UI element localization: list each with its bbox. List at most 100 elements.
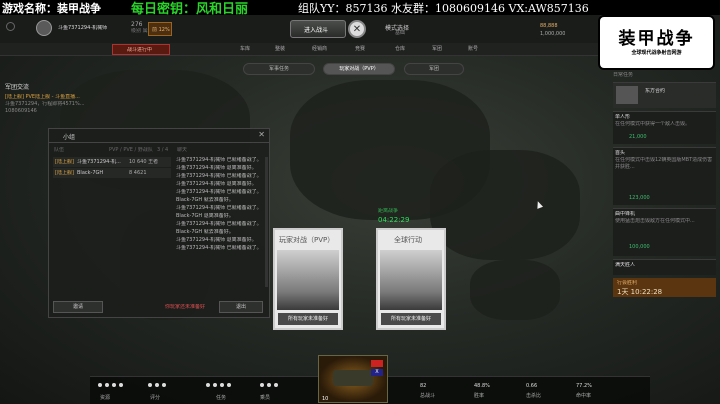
rank-percent: 前 12% <box>152 27 170 33</box>
card-global[interactable]: 全球行动 x2 所有玩家未准备好 <box>376 228 446 330</box>
vehicle-slot[interactable]: X 10 <box>318 355 388 403</box>
squad-panel: 小组 ✕ 队伍 PVP / PVE / 野战队 3 / 4 聊天 [陆上舰] 斗… <box>48 128 270 318</box>
tab-pvp[interactable]: 玩家对战（PVP） <box>323 63 395 75</box>
mission-item[interactable]: 单人形 在任何模式中获得一个敌人击毁。 21,000 <box>613 111 716 144</box>
tank-image <box>277 250 339 310</box>
col-team: 队伍 <box>54 147 65 153</box>
legion-line: 1080609146 <box>5 108 37 114</box>
legion-line: [陆上舰] PVE陆上舰 - 斗鱼直播... <box>5 94 80 100</box>
tier-badge: X <box>371 369 383 376</box>
squad-title: 小组 <box>63 134 76 141</box>
mission-image <box>616 86 638 104</box>
stat-dots[interactable] <box>260 383 281 389</box>
stat-label: 评分 <box>150 395 161 401</box>
member-row[interactable]: [陆上舰] Black-7GH 8 4621 <box>53 168 171 178</box>
chat-log: 斗鱼7371294-机械师 已就绪备战了。 斗鱼7371294-机械师 退离准备好… <box>176 157 264 287</box>
stat-label: 总战斗 <box>420 393 436 399</box>
missions-title: 日常任务 <box>613 72 634 78</box>
card-pvp[interactable]: 玩家对战（PVP） x1 所有玩家未准备好 <box>273 228 343 330</box>
exit-button[interactable]: 退出 <box>219 301 263 313</box>
player-name: 斗鱼7371294-机械师 <box>58 25 108 31</box>
col-mode: PVP / PVE / 野战队 <box>109 147 153 153</box>
stat-value: 0.66 <box>526 383 538 389</box>
stat-dots[interactable] <box>206 383 234 389</box>
flag-icon <box>371 360 383 367</box>
gold-currency: 88,888 <box>540 23 558 29</box>
nav-garage[interactable]: 车库 <box>240 43 250 56</box>
chat-scrollbar[interactable] <box>265 157 268 287</box>
stat-dots[interactable] <box>98 383 126 389</box>
vehicle-level: 10 <box>322 396 329 402</box>
tank-image <box>380 250 442 310</box>
stat-label: 胜率 <box>474 393 485 399</box>
tank-icon <box>333 370 373 386</box>
close-icon[interactable]: ✕ <box>258 130 265 139</box>
card-status-button[interactable]: 所有玩家未准备好 <box>278 313 338 325</box>
member-row[interactable]: [陆上舰] 斗鱼7371294-机... 10 640 王者 <box>53 157 171 167</box>
stat-dots[interactable] <box>148 383 169 389</box>
invite-button[interactable]: 邀请 <box>53 301 103 313</box>
card-title: 全球行动 <box>394 236 422 244</box>
chat-message: 斗鱼7371294-机械师 已就绪备战了。 <box>176 189 262 195</box>
nav-account[interactable]: 账号 <box>468 43 478 56</box>
mission-item[interactable]: 满天胜人 <box>613 259 716 275</box>
stream-banner: 游戏名称：装甲战争 每日密钥：风和日丽 组队YY：857136 水友群：1080… <box>0 0 720 17</box>
stat-label: 任务 <box>216 395 227 401</box>
stat-value: 48.8% <box>474 383 490 389</box>
event-banner[interactable]: 行会胜利 1天 10:22:28 <box>613 278 716 297</box>
bottom-bar: 资源 评分 任务 乘员 X 10 82 总战斗 48.8% 胜率 0.66 击杀… <box>90 355 650 404</box>
cancel-battle-button[interactable]: ✕ <box>348 20 366 38</box>
chat-message: Black-7GH 就去准备好。 <box>176 229 234 235</box>
enter-battle-button[interactable]: 进入战斗 <box>290 20 346 38</box>
mission-item[interactable]: 首头 在任何模式中击毁12辆英国版MBT造成伤害并获胜... 123,000 <box>613 147 716 205</box>
legion-title: 军团交流 <box>5 84 30 91</box>
battle-alert: 战斗进行中 <box>112 44 170 55</box>
silver-currency: 1,000,000 <box>540 31 566 37</box>
avatar[interactable] <box>36 20 52 36</box>
chat-message: Black-7GH 退离准备好。 <box>176 213 234 219</box>
nav-warehouse[interactable]: 仓库 <box>395 43 405 56</box>
col-count: 3 / 4 <box>157 147 169 153</box>
game-header: 斗鱼7371294-机械师 276 级别 属性 前 12% 进入战斗 ✕ 模式选… <box>0 15 600 43</box>
chat-message: Black-7GH 就去准备好。 <box>176 197 234 203</box>
not-ready-warning: 你玩家还未准备好 <box>165 304 206 310</box>
logo-sub: 全球现代战争射击网游 <box>631 50 682 56</box>
card-status-button[interactable]: 所有玩家未准备好 <box>381 313 441 325</box>
player-level: 276 <box>131 21 143 28</box>
legion-line: 斗鱼7371294，行程即将4571%... <box>5 101 85 107</box>
stat-label: 击杀比 <box>526 393 542 399</box>
chat-message: 斗鱼7371294-机械师 已就绪备战了。 <box>176 157 262 163</box>
nav-legion[interactable]: 军团 <box>432 43 442 56</box>
stat-value: 77.2% <box>576 383 592 389</box>
close-icon: ✕ <box>352 24 362 35</box>
tab-legion[interactable]: 军团 <box>404 63 464 75</box>
contacts: 组队YY：857136 水友群：1080609146 VX:AW857136 <box>298 1 589 15</box>
timer-value: 04:22:29 <box>378 216 410 224</box>
chat-message: 斗鱼7371294-机械师 退离准备好。 <box>176 165 257 171</box>
col-chat: 聊天 <box>177 147 188 153</box>
stat-label: 资源 <box>100 395 111 401</box>
stat-label: 命中率 <box>576 393 592 399</box>
chat-message: 斗鱼7371294-机械师 已就绪备战了。 <box>176 205 262 211</box>
timer-label: 距离战争 <box>378 208 399 214</box>
main-nav: 战斗进行中 车库 整装 经销商 竞赛 仓库 军团 账号 <box>0 43 600 56</box>
chat-message: 斗鱼7371294-机械师 退离准备好。 <box>176 237 257 243</box>
stat-value: 82 <box>420 383 427 389</box>
chat-message: 斗鱼7371294-机械师 已就绪备战了。 <box>176 245 262 251</box>
menu-icon[interactable] <box>6 22 15 31</box>
nav-dealer[interactable]: 经销商 <box>312 43 327 56</box>
game-name: 游戏名称：装甲战争 <box>2 1 101 15</box>
chat-message: 斗鱼7371294-机械师 已就绪备战了。 <box>176 173 262 179</box>
nav-contest[interactable]: 竞赛 <box>355 43 365 56</box>
mission-item[interactable]: 曲中锋机 使用猛击炮击毁敌方在任何模式中... 100,000 <box>613 208 716 256</box>
tab-military-mission[interactable]: 军事任务 <box>243 63 315 75</box>
legion-chat: 军团交流 [陆上舰] PVE陆上舰 - 斗鱼直播... 斗鱼7371294，行程… <box>5 82 125 122</box>
mode-select-value[interactable]: 基础 <box>395 30 405 37</box>
card-title: 玩家对战（PVP） <box>279 236 335 244</box>
mission-item[interactable]: 东方合约 <box>613 82 716 108</box>
logo-title: 装甲战争 <box>618 29 695 49</box>
chat-message: 斗鱼7371294-机械师 退离准备好。 <box>176 181 257 187</box>
nav-outfit[interactable]: 整装 <box>275 43 285 56</box>
stat-label: 乘员 <box>260 395 271 401</box>
stream-logo: 装甲战争 全球现代战争射击网游 <box>598 15 715 70</box>
